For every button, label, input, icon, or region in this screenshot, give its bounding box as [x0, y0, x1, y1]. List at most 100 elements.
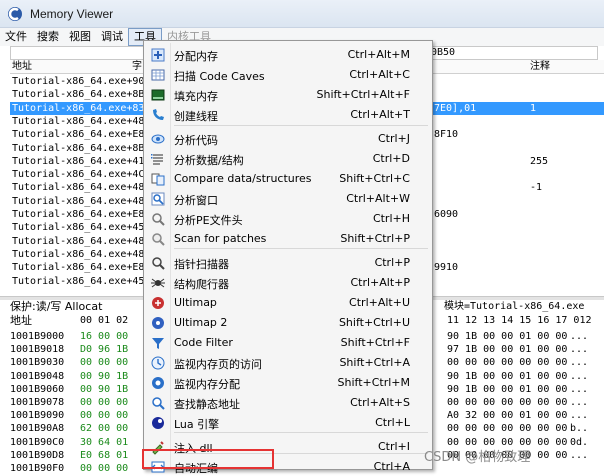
menu-item-ultimap[interactable]: Ultimap Ctrl+Alt+U — [146, 293, 430, 313]
hex-bytes-left: D0 96 1B — [80, 344, 129, 356]
disasm-operand: 9910 — [434, 262, 459, 274]
disasm-address: Tutorial-x86_64.exe+8B — [12, 89, 145, 101]
hex-header-right: 11 12 13 14 15 16 17 012 — [447, 315, 592, 326]
window-title: Memory Viewer — [30, 6, 114, 21]
hex-header-left: 00 01 02 — [80, 315, 129, 326]
menu-item-watch-alloc[interactable]: 监视内存分配 Shift+Ctrl+M — [146, 373, 430, 393]
menu-item-auto-assemble[interactable]: 自动汇编 Ctrl+A — [146, 457, 430, 476]
menu-item-find-static[interactable]: 查找静态地址 Ctrl+Alt+S — [146, 393, 430, 413]
menu-item-compare[interactable]: Compare data/structures Shift+Ctrl+C — [146, 169, 430, 189]
disasm-address: Tutorial-x86_64.exe+E8 — [12, 209, 145, 220]
menu-item-shortcut: Shift+Ctrl+M — [337, 376, 411, 389]
disasm-address: Tutorial-x86_64.exe+45 — [12, 275, 145, 287]
menu-item-pointer-scan[interactable]: 指针扫描器 Ctrl+P — [146, 253, 430, 273]
hex-bytes-right: 90 1B 00 00 01 00 00 — [447, 383, 568, 395]
menu-item-magnifier[interactable]: 分析窗口 Ctrl+Alt+W — [146, 189, 430, 209]
hex-bytes-right: 00 00 00 00 00 00 00 — [447, 423, 568, 435]
menu-item-label: 分配内存 — [174, 50, 218, 63]
title-bar: Memory Viewer — [0, 0, 604, 28]
watermark: CSDN @格物致理 — [424, 450, 531, 465]
disasm-address: Tutorial-x86_64.exe+E8 — [12, 129, 145, 141]
module-text: 模块=Tutorial-x86_64.exe — [444, 301, 585, 312]
menu-item-label: 扫描 Code Caves — [174, 70, 265, 83]
menu-item-eye[interactable]: 分析代码 Ctrl+J — [146, 129, 430, 149]
menu-item-label: Scan for patches — [174, 232, 267, 245]
disasm-address: Tutorial-x86_64.exe+41 — [12, 155, 145, 167]
menu-item-patch-scan[interactable]: Scan for patches Shift+Ctrl+P — [146, 229, 430, 249]
disasm-address: Tutorial-x86_64.exe+90 — [12, 76, 145, 87]
tools-menu: 分配内存 Ctrl+Alt+M 扫描 Code Caves Ctrl+Alt+C 填充内… — [143, 40, 433, 475]
menu-item-shortcut: Shift+Ctrl+Alt+F — [316, 88, 410, 101]
menu-file[interactable]: 文件 — [0, 28, 32, 46]
disasm-comment: 1 — [530, 102, 537, 114]
hex-bytes-left: 00 00 00 — [80, 410, 129, 422]
auto-assemble-icon — [148, 457, 168, 476]
menu-item-label: 查找静态地址 — [174, 398, 240, 411]
menu-item-shortcut: Ctrl+Alt+S — [350, 396, 410, 409]
hex-bytes-left: 00 00 00 — [80, 463, 129, 474]
menu-item-shortcut: Ctrl+H — [372, 212, 410, 225]
header-comment[interactable]: 注释 — [530, 60, 550, 74]
hex-bytes-right: 97 1B 00 00 01 00 00 — [447, 344, 568, 356]
hex-address: 1001B90C0 — [10, 436, 65, 448]
magnifier-icon — [148, 189, 168, 209]
phone-icon — [148, 105, 168, 125]
hex-address: 1001B9090 — [10, 410, 65, 422]
syringe-icon — [148, 437, 168, 457]
menu-item-watch-page[interactable]: 监视内存页的访问 Shift+Ctrl+A — [146, 353, 430, 373]
hex-ascii: ... — [570, 357, 589, 369]
menu-item-lua[interactable]: Lua 引擎 Ctrl+L — [146, 413, 430, 433]
menu-item-shortcut: Shift+Ctrl+P — [340, 232, 410, 245]
menu-item-label: 结构爬行器 — [174, 278, 229, 291]
hex-bytes-left: 00 00 00 — [80, 357, 129, 369]
menu-debug[interactable]: 调试 — [96, 28, 128, 46]
menu-item-ultimap2[interactable]: Ultimap 2 Shift+Ctrl+U — [146, 313, 430, 333]
menu-item-syringe[interactable]: 注入 dll Ctrl+I — [146, 437, 430, 457]
hex-address: 1001B9030 — [10, 357, 65, 369]
filter-icon — [148, 333, 168, 353]
hex-address: 1001B9018 — [10, 344, 65, 356]
disasm-address: Tutorial-x86_64.exe+45 — [12, 222, 145, 234]
hex-bytes-right: 90 1B 00 00 01 00 00 — [447, 370, 568, 382]
hex-ascii: ... — [570, 397, 589, 408]
menu-item-plus[interactable]: 分配内存 Ctrl+Alt+M — [146, 45, 430, 65]
hex-address: 1001B90F0 — [10, 463, 65, 474]
hex-bytes-left: 00 90 1B — [80, 383, 129, 395]
menu-separator — [174, 125, 428, 126]
menu-item-label: 分析数据/结构 — [174, 154, 244, 167]
menu-view[interactable]: 视图 — [64, 28, 96, 46]
hex-ascii: b.. — [570, 423, 589, 435]
header-address[interactable]: 地址 — [12, 60, 32, 74]
hex-ascii: ... — [570, 331, 589, 342]
header-bytes[interactable]: 字 — [132, 60, 142, 74]
menu-item-filter[interactable]: Code Filter Shift+Ctrl+F — [146, 333, 430, 353]
menu-item-label: 指针扫描器 — [174, 258, 229, 271]
menu-item-label: Ultimap 2 — [174, 316, 228, 329]
hex-ascii: ... — [570, 449, 589, 461]
menu-item-label: 分析窗口 — [174, 194, 218, 207]
menu-item-fill[interactable]: 填充内存 Shift+Ctrl+Alt+F — [146, 85, 430, 105]
hex-ascii: ... — [570, 410, 589, 422]
menu-search[interactable]: 搜索 — [32, 28, 64, 46]
menu-item-spider[interactable]: 结构爬行器 Ctrl+Alt+P — [146, 273, 430, 293]
disasm-address: Tutorial-x86_64.exe+48 — [12, 115, 145, 127]
hex-address: 1001B9048 — [10, 370, 65, 382]
menu-item-pe[interactable]: 分析PE文件头 Ctrl+H — [146, 209, 430, 229]
disasm-comment: 255 — [530, 155, 549, 167]
compare-icon — [148, 169, 168, 189]
menu-item-label: Ultimap — [174, 296, 217, 309]
watch-page-icon — [148, 353, 168, 373]
hex-bytes-left: 16 00 00 — [80, 331, 129, 342]
hex-ascii: ... — [570, 344, 589, 356]
menu-item-scan-grid[interactable]: 扫描 Code Caves Ctrl+Alt+C — [146, 65, 430, 85]
disasm-operand: 8F10 — [434, 129, 459, 141]
menu-item-list[interactable]: 分析数据/结构 Ctrl+D — [146, 149, 430, 169]
hex-address: 1001B90A8 — [10, 423, 65, 435]
ultimap2-icon — [148, 313, 168, 333]
menu-item-label: 自动汇编 — [174, 462, 218, 475]
menu-item-shortcut: Shift+Ctrl+C — [339, 172, 410, 185]
menu-item-phone[interactable]: 创建线程 Ctrl+Alt+T — [146, 105, 430, 125]
menu-item-label: 分析代码 — [174, 134, 218, 147]
disasm-operand: 6090 — [434, 209, 459, 220]
fill-icon — [148, 85, 168, 105]
